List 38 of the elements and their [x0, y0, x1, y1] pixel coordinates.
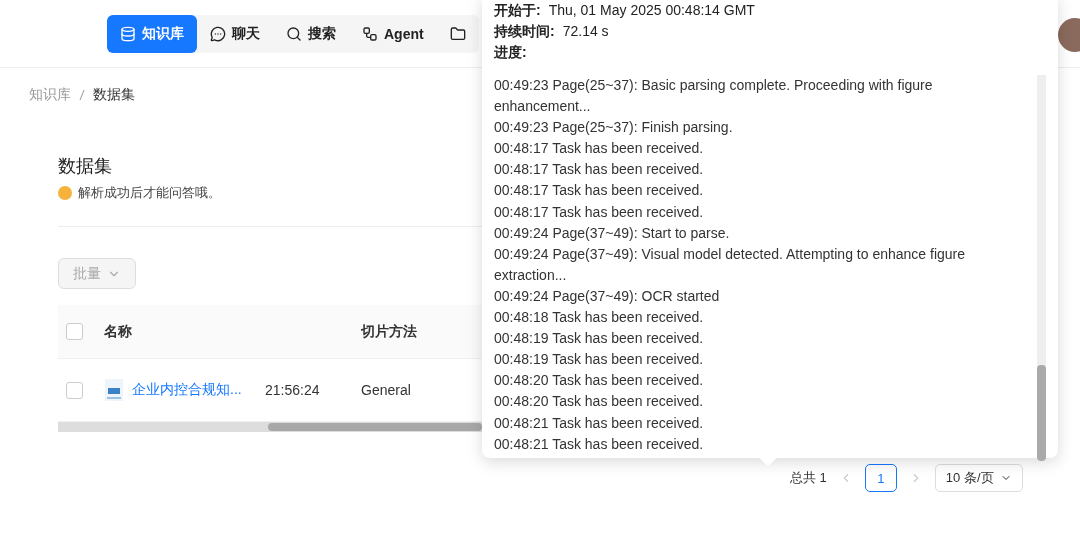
nav-tab[interactable]: 聊天: [197, 14, 273, 53]
log-line: 00:49:24 Page(37~49): Visual model detected. Attempting to enhance figure extraction...: [494, 244, 967, 285]
total-count: 总共 1: [790, 469, 827, 487]
field-label: 持续时间:: [494, 22, 555, 41]
log-line: 00:48:17 Task has been received.: [494, 202, 705, 222]
log-line: 00:48:19 Task has been received.: [494, 329, 705, 349]
nav-tab[interactable]: 搜索: [273, 14, 349, 53]
field-value: Thu, 01 May 2025 00:48:14 GMT: [548, 1, 755, 20]
log-line: 00:48:19 Task has been received.: [494, 350, 705, 370]
log-line: 00:49:23 Page(25~37): Finish parsing.: [494, 118, 734, 138]
field-label: 进度:: [494, 43, 527, 62]
hint-text: 解析成功后才能问答哦。: [78, 184, 221, 202]
log-line: 00:49:24 Page(37~49): Start to parse.: [494, 223, 731, 243]
breadcrumb-item: 数据集: [93, 86, 135, 104]
page-button[interactable]: 1: [864, 464, 897, 492]
log-line: 00:48:21 Task has been received.: [494, 434, 705, 454]
log-line: 00:48:20 Task has been received.: [494, 392, 705, 412]
file-link[interactable]: 企业内控合规知...: [132, 381, 242, 399]
page-title: 数据集: [58, 155, 112, 178]
log-line: 00:49:23 Page(25~37): Basic parsing complete. Proceeding with figure enhancement...: [494, 76, 934, 117]
log-line: 00:48:17 Task has been received.: [494, 160, 705, 180]
log-line: 00:48:18 Task has been received.: [494, 308, 705, 328]
nav-tab[interactable]: Agent: [349, 14, 437, 53]
page-size-select[interactable]: 10 条/页: [934, 464, 1023, 492]
log-line: 00:48:20 Task has been received.: [494, 371, 705, 391]
table-cell-text: General: [360, 382, 412, 398]
breadcrumb-item[interactable]: 知识库: [29, 86, 71, 104]
log-line: 00:49:24 Page(37~49): OCR started: [494, 286, 721, 306]
field-label: 开始于:: [494, 1, 541, 20]
field-value: 72.14 s: [562, 22, 609, 41]
batch-dropdown[interactable]: 批量: [58, 258, 136, 289]
column-header: 名称: [104, 322, 132, 341]
table-cell-text: 21:56:24: [265, 382, 321, 398]
log-line: 00:48:17 Task has been received.: [494, 139, 705, 159]
nav-tab[interactable]: 知识库: [107, 14, 197, 53]
log-line: 00:48:17 Task has been received.: [494, 181, 705, 201]
column-header: 切片方法: [361, 322, 417, 341]
log-line: 00:48:21 Task has been received.: [494, 413, 705, 433]
